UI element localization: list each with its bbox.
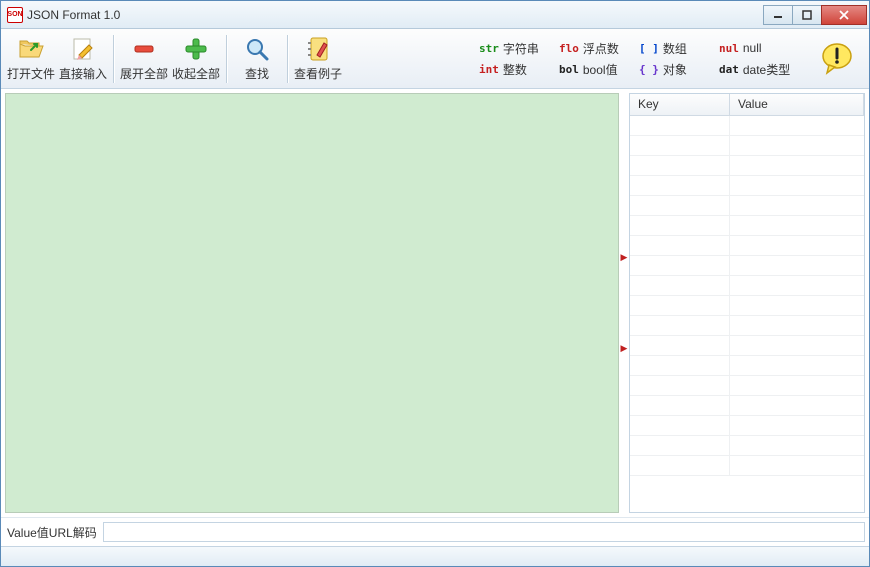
direct-input-label: 直接输入: [59, 65, 107, 82]
edit-icon: [69, 35, 97, 63]
key-value-panel: Key Value: [629, 93, 865, 513]
table-row[interactable]: [630, 396, 864, 416]
type-legend: str字符串 flo浮点数 [ ]数组 nulnull int整数 bolboo…: [473, 38, 809, 80]
expand-all-label: 展开全部: [120, 65, 168, 82]
table-row[interactable]: [630, 316, 864, 336]
grid-header: Key Value: [630, 94, 864, 116]
table-row[interactable]: [630, 196, 864, 216]
json-editor[interactable]: [5, 93, 619, 513]
app-icon: SON: [7, 7, 23, 23]
value-column-header[interactable]: Value: [730, 94, 864, 115]
table-row[interactable]: [630, 456, 864, 476]
arrow-right-icon: ▶: [621, 252, 628, 263]
table-row[interactable]: [630, 176, 864, 196]
url-decode-label: Value值URL解码: [5, 524, 99, 541]
table-row[interactable]: [630, 116, 864, 136]
notebook-icon: [304, 35, 332, 63]
open-file-label: 打开文件: [7, 65, 55, 82]
legend-arr: [ ]数组: [639, 40, 711, 57]
plus-icon: [182, 35, 210, 63]
find-button[interactable]: 查找: [231, 32, 283, 86]
toolbar-separator: [226, 35, 227, 83]
window-controls: [764, 5, 867, 25]
table-row[interactable]: [630, 416, 864, 436]
view-example-button[interactable]: 查看例子: [292, 32, 344, 86]
key-column-header[interactable]: Key: [630, 94, 730, 115]
table-row[interactable]: [630, 216, 864, 236]
collapse-all-button[interactable]: 收起全部: [170, 32, 222, 86]
table-row[interactable]: [630, 236, 864, 256]
view-example-label: 查看例子: [294, 65, 342, 82]
folder-open-icon: [17, 35, 45, 63]
toolbar: 打开文件 直接输入 展开全部 收起全部 查找: [1, 29, 869, 89]
close-button[interactable]: [821, 5, 867, 25]
maximize-button[interactable]: [792, 5, 822, 25]
legend-obj: { }对象: [639, 61, 711, 78]
table-row[interactable]: [630, 256, 864, 276]
collapse-all-label: 收起全部: [172, 65, 220, 82]
table-row[interactable]: [630, 436, 864, 456]
expand-all-button[interactable]: 展开全部: [118, 32, 170, 86]
find-label: 查找: [245, 65, 269, 82]
statusbar: [1, 546, 869, 566]
search-icon: [243, 35, 271, 63]
splitter[interactable]: ▶ ▶: [621, 93, 627, 513]
legend-dat: datdate类型: [719, 61, 803, 78]
table-row[interactable]: [630, 136, 864, 156]
app-window: SON JSON Format 1.0 打开文件 直接输入 展开全部: [0, 0, 870, 567]
table-row[interactable]: [630, 156, 864, 176]
table-row[interactable]: [630, 336, 864, 356]
minimize-button[interactable]: [763, 5, 793, 25]
table-row[interactable]: [630, 376, 864, 396]
minus-icon: [130, 35, 158, 63]
table-row[interactable]: [630, 296, 864, 316]
legend-bol: bolbool值: [559, 61, 631, 78]
open-file-button[interactable]: 打开文件: [5, 32, 57, 86]
toolbar-separator: [113, 35, 114, 83]
legend-str: str字符串: [479, 40, 551, 57]
direct-input-button[interactable]: 直接输入: [57, 32, 109, 86]
legend-int: int整数: [479, 61, 551, 78]
url-decode-input[interactable]: [103, 522, 865, 542]
legend-flo: flo浮点数: [559, 40, 631, 57]
toolbar-separator: [287, 35, 288, 83]
content-area: ▶ ▶ Key Value: [1, 89, 869, 517]
table-row[interactable]: [630, 276, 864, 296]
titlebar[interactable]: SON JSON Format 1.0: [1, 1, 869, 29]
window-title: JSON Format 1.0: [27, 8, 120, 22]
table-row[interactable]: [630, 356, 864, 376]
grid-body[interactable]: [630, 116, 864, 512]
bottom-bar: Value值URL解码: [1, 517, 869, 546]
legend-nul: nulnull: [719, 40, 791, 57]
arrow-right-icon: ▶: [621, 343, 628, 354]
alert-icon[interactable]: [817, 39, 857, 79]
